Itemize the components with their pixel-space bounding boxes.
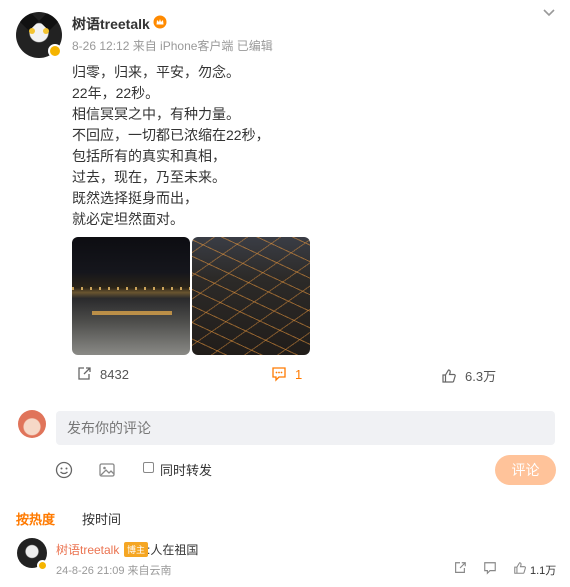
crown-icon	[153, 15, 167, 29]
current-user-avatar	[18, 410, 46, 438]
post-text-line: 22年，22秒。	[72, 85, 160, 101]
post-text-line: 归零，归来，平安，勿念。	[72, 64, 240, 80]
post-text-line: 既然选择挺身而出，	[72, 190, 198, 206]
comment-icon[interactable]	[483, 561, 497, 575]
like-count: 6.3万	[465, 369, 497, 384]
thumbs-up-icon[interactable]	[513, 561, 527, 575]
reply-like-count: 1.1万	[530, 565, 557, 577]
author-tag-badge: 博主	[124, 542, 149, 557]
sort-by-time-tab[interactable]: 按时间	[82, 509, 121, 528]
thumbs-up-icon	[442, 368, 456, 383]
reply-author-name[interactable]: 树语treetalk	[56, 541, 119, 558]
repost-icon[interactable]	[453, 561, 467, 575]
verified-badge-icon	[48, 44, 62, 58]
comment-count: 1	[295, 366, 303, 382]
post-author-name[interactable]: 树语treetalk	[72, 14, 150, 34]
also-repost-checkbox[interactable]	[143, 462, 154, 473]
verified-badge-icon	[37, 560, 48, 571]
reply-text: :人在祖国	[147, 543, 199, 557]
post-meta: 8-26 12:12 来自 iPhone客户端 已编辑	[72, 39, 273, 53]
reply-meta: 24-8-26 21:09 来自云南	[56, 565, 172, 577]
post-text-line: 就必定坦然面对。	[72, 211, 184, 227]
sort-by-hot-tab[interactable]: 按热度	[16, 509, 55, 528]
repost-icon	[78, 367, 91, 380]
also-repost-label: 同时转发	[160, 463, 213, 478]
comment-icon	[272, 367, 286, 382]
post-text-line: 不回应，一切都已浓缩在22秒，	[72, 127, 270, 143]
repost-count: 8432	[100, 366, 129, 382]
image-icon[interactable]	[98, 461, 116, 479]
comment-button[interactable]: 1	[271, 366, 302, 382]
chevron-down-icon[interactable]	[542, 8, 556, 18]
post-photo-airport-night[interactable]	[72, 237, 190, 355]
emoji-icon[interactable]	[55, 461, 73, 479]
post-photo-city-night-aerial[interactable]	[192, 237, 310, 355]
like-button[interactable]: 6.3万	[441, 366, 496, 385]
post-text-line: 相信冥冥之中，有种力量。	[72, 106, 240, 122]
post-text-line: 包括所有的真实和真相，	[72, 148, 226, 164]
repost-button[interactable]: 8432	[76, 366, 129, 382]
submit-comment-button[interactable]: 评论	[495, 455, 556, 485]
post-text-line: 过去，现在，乃至未来。	[72, 169, 226, 185]
comment-input[interactable]	[56, 411, 555, 445]
